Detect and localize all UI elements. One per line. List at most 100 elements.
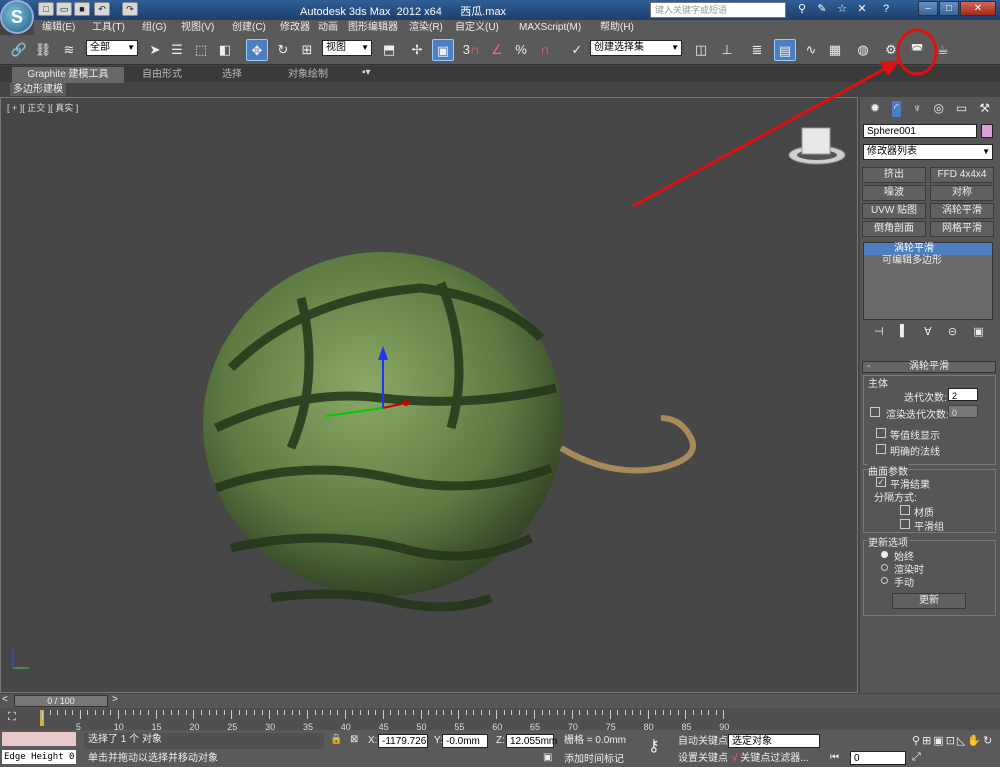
wrench-icon[interactable]: ✎: [814, 2, 830, 17]
open-file-icon[interactable]: ▭: [56, 2, 72, 16]
set-key-icon[interactable]: ⚷: [648, 736, 660, 756]
absolute-mode-icon[interactable]: ⊠: [350, 734, 358, 745]
ribbon-subtab[interactable]: 多边形建模: [10, 83, 66, 96]
ribbon-tab-0[interactable]: Graphite 建模工具: [12, 67, 124, 83]
app-logo-icon[interactable]: S: [0, 0, 34, 34]
close-button[interactable]: ✕: [960, 1, 996, 16]
create-tab-icon[interactable]: ✹: [870, 101, 880, 117]
object-name-field[interactable]: Sphere001: [863, 124, 977, 138]
rect-select-icon[interactable]: ⬚: [190, 39, 212, 61]
pin-stack-icon[interactable]: ⊣: [874, 325, 884, 338]
zoom-all-icon[interactable]: ⊞: [922, 734, 931, 749]
align-icon[interactable]: ⊥: [716, 39, 738, 61]
link-icon[interactable]: 🔗: [8, 39, 30, 61]
help-icon[interactable]: ?: [878, 2, 894, 17]
render-production-icon[interactable]: ☕: [932, 39, 954, 61]
modifier-list-dropdown[interactable]: 修改器列表 ▼: [863, 144, 993, 160]
current-frame-field[interactable]: 0: [850, 751, 906, 765]
configure-sets-icon[interactable]: ▣: [973, 325, 983, 338]
modify-tab-icon[interactable]: ◜: [891, 101, 901, 117]
spinner-snap-icon[interactable]: ∩: [534, 39, 556, 61]
menu-item-1[interactable]: 工具(T): [92, 20, 125, 35]
maxscript-output[interactable]: Edge Height 0.0: [2, 750, 76, 764]
menu-item-9[interactable]: 自定义(U): [455, 20, 499, 35]
y-coordinate-field[interactable]: -0.0mm: [442, 734, 488, 748]
select-manipulate-icon[interactable]: ✢: [406, 39, 428, 61]
mirror-icon[interactable]: ◫: [690, 39, 712, 61]
select-by-name-icon[interactable]: ☰: [166, 39, 188, 61]
zoom-extents-icon[interactable]: ▣: [933, 734, 943, 749]
modifier-button-0[interactable]: 挤出: [862, 167, 926, 183]
save-icon[interactable]: ■: [74, 2, 90, 16]
motion-tab-icon[interactable]: ◎: [934, 101, 944, 117]
menu-item-3[interactable]: 视图(V): [181, 20, 214, 35]
remove-modifier-icon[interactable]: ⊝: [948, 325, 957, 338]
set-key-button[interactable]: 设置关键点: [678, 752, 728, 766]
binoculars-icon[interactable]: ⚲: [794, 2, 810, 17]
rendered-frame-icon[interactable]: ◚: [906, 39, 928, 61]
lock-selection-icon[interactable]: 🔒: [330, 734, 342, 745]
goto-start-icon[interactable]: ⏮: [830, 752, 839, 763]
ribbon-tab-2[interactable]: 选择: [210, 67, 254, 83]
render-iters-spinner[interactable]: 0: [948, 405, 978, 418]
menu-item-10[interactable]: MAXScript(M): [519, 20, 581, 35]
graphite-toggle-icon[interactable]: ▤: [774, 39, 796, 61]
bind-spacewarp-icon[interactable]: ≋: [58, 39, 80, 61]
object-color-swatch[interactable]: [981, 124, 993, 138]
ribbon-options-icon[interactable]: ▪▾: [362, 67, 371, 78]
edit-named-sets-icon[interactable]: ✓: [566, 39, 588, 61]
smooth-result-checkbox[interactable]: ✓: [876, 477, 886, 487]
time-slider[interactable]: < 0 / 100 >: [0, 694, 1000, 708]
star-icon[interactable]: ☆: [834, 2, 850, 17]
smoothing-groups-checkbox[interactable]: [900, 519, 910, 529]
info-icon[interactable]: ✕: [854, 2, 870, 17]
frame-indicator[interactable]: 0 / 100: [14, 695, 108, 707]
stack-item-turbosmooth[interactable]: 涡轮平滑: [864, 243, 992, 255]
menu-item-7[interactable]: 图形编辑器: [348, 20, 398, 35]
percent-snap-icon[interactable]: %: [510, 39, 532, 61]
select-rotate-icon[interactable]: ↻: [272, 39, 294, 61]
make-unique-icon[interactable]: ∀: [924, 325, 932, 338]
maxscript-listener[interactable]: [2, 732, 76, 746]
menu-item-2[interactable]: 组(G): [142, 20, 166, 35]
minimize-button[interactable]: –: [918, 1, 938, 16]
menu-item-6[interactable]: 动画: [318, 20, 338, 35]
keyboard-shortcut-icon[interactable]: ▣: [432, 39, 454, 61]
modifier-button-7[interactable]: 网格平滑: [930, 221, 994, 237]
menu-item-11[interactable]: 帮助(H): [600, 20, 634, 35]
modifier-button-6[interactable]: 倒角剖面: [862, 221, 926, 237]
modifier-button-2[interactable]: 噪波: [862, 185, 926, 201]
orbit-icon[interactable]: ↻: [983, 734, 992, 749]
hierarchy-tab-icon[interactable]: ♆: [913, 101, 922, 117]
manual-radio[interactable]: [881, 577, 888, 584]
select-move-icon[interactable]: ✥: [246, 39, 268, 61]
always-radio[interactable]: [881, 551, 888, 558]
ribbon-tab-1[interactable]: 自由形式: [130, 67, 194, 83]
layer-manager-icon[interactable]: ≣: [746, 39, 768, 61]
utilities-tab-icon[interactable]: ⚒: [979, 101, 990, 117]
key-filters-button[interactable]: √ 关键点过滤器...: [732, 752, 809, 766]
reference-coord-dropdown[interactable]: 视图: [322, 40, 372, 56]
modifier-button-1[interactable]: FFD 4x4x4: [930, 167, 994, 183]
undo-icon[interactable]: ↶: [94, 2, 110, 16]
update-button[interactable]: 更新: [892, 593, 966, 609]
iterations-spinner[interactable]: 2: [948, 388, 978, 401]
modifier-stack[interactable]: 涡轮平滑 可编辑多边形: [863, 242, 993, 320]
selection-filter-dropdown[interactable]: 全部: [86, 40, 138, 56]
ribbon-tab-3[interactable]: 对象绘制: [268, 67, 348, 83]
menu-item-4[interactable]: 创建(C): [232, 20, 266, 35]
redo-icon[interactable]: ↷: [122, 2, 138, 16]
unlink-icon[interactable]: ⛓: [32, 39, 54, 61]
z-coordinate-field[interactable]: 12.055mm: [506, 734, 557, 748]
next-frame-icon[interactable]: >: [112, 694, 118, 705]
new-file-icon[interactable]: □: [38, 2, 54, 16]
window-crossing-icon[interactable]: ◧: [214, 39, 236, 61]
key-mode-dropdown[interactable]: 选定对象: [728, 734, 820, 748]
select-scale-icon[interactable]: ⊞: [296, 39, 318, 61]
pan-icon[interactable]: ✋: [967, 734, 981, 749]
when-rendering-radio[interactable]: [881, 564, 888, 571]
render-setup-icon[interactable]: ⚙: [880, 39, 902, 61]
modifier-button-5[interactable]: 涡轮平滑: [930, 203, 994, 219]
curve-editor-icon[interactable]: ∿: [800, 39, 822, 61]
stack-item-editable-poly[interactable]: 可编辑多边形: [864, 255, 992, 267]
